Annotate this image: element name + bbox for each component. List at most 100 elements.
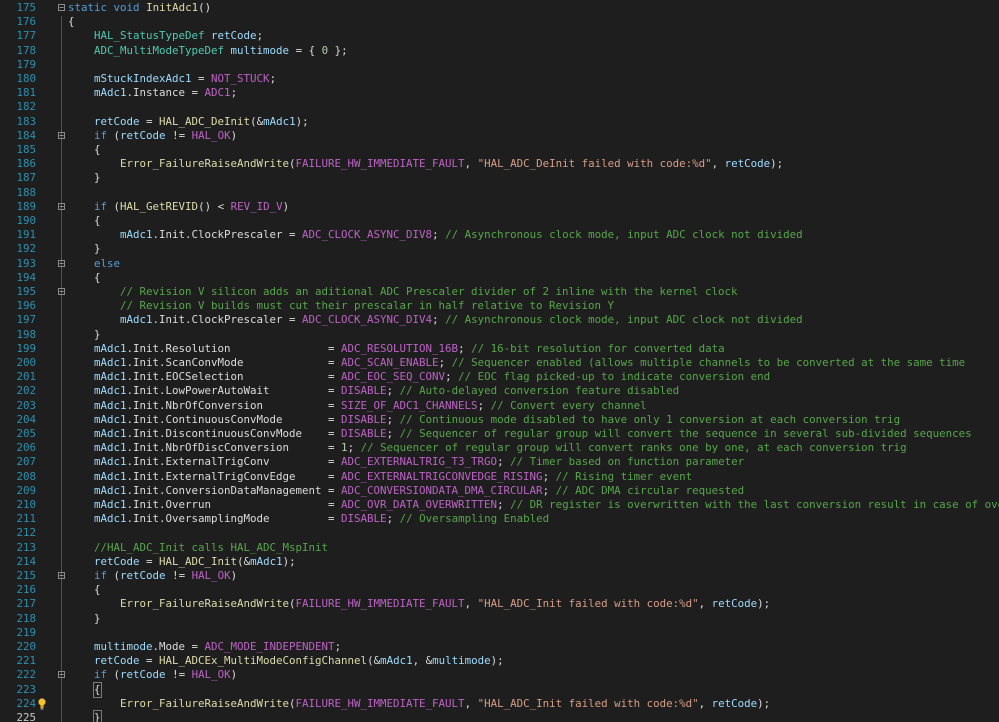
code-line[interactable]: 203 mAdc1.Init.NbrOfConversion = SIZE_OF… bbox=[0, 399, 999, 413]
code-line[interactable]: 195 − // Revision V silicon adds an aditi… bbox=[0, 285, 999, 299]
lightbulb-icon[interactable] bbox=[38, 698, 46, 710]
collapse-box-icon[interactable]: − bbox=[58, 572, 65, 580]
code-line[interactable]: 210 mAdc1.Init.Overrun = ADC_OVR_DATA_OV… bbox=[0, 498, 999, 512]
code-token: ADC_OVR_DATA_OVERWRITTEN bbox=[341, 498, 498, 511]
code-line[interactable]: 191 mAdc1.Init.ClockPrescaler = ADC_CLOC… bbox=[0, 228, 999, 242]
code-token: } bbox=[68, 327, 101, 341]
collapse-box-icon[interactable]: − bbox=[58, 202, 65, 210]
code-line[interactable]: 224 Error_FailureRaiseAndWrite(FAILURE_H… bbox=[0, 697, 999, 711]
code-text: mAdc1.Init.NbrOfConversion = SIZE_OF_ADC… bbox=[68, 399, 647, 413]
line-number: 177 bbox=[16, 29, 36, 43]
code-line[interactable]: 216 { bbox=[0, 583, 999, 597]
code-token: () bbox=[198, 1, 212, 14]
code-line[interactable]: 225 } bbox=[0, 709, 999, 722]
code-line[interactable]: 178 ADC_MultiModeTypeDef multimode = { 0… bbox=[0, 44, 999, 58]
code-line[interactable]: 204 mAdc1.Init.ContinuousConvMode = DISA… bbox=[0, 413, 999, 427]
code-line[interactable]: 205 mAdc1.Init.DiscontinuousConvMode = D… bbox=[0, 427, 999, 441]
code-line[interactable]: 194 { bbox=[0, 271, 999, 285]
code-line[interactable]: 193 − else bbox=[0, 257, 999, 271]
code-line[interactable]: 214 retCode = HAL_ADC_Init(&mAdc1); bbox=[0, 555, 999, 569]
code-token: retCode bbox=[120, 128, 166, 142]
collapse-box-icon[interactable]: − bbox=[58, 259, 65, 267]
code-token: .Init.LowPowerAutoWait = bbox=[126, 384, 342, 398]
code-line[interactable]: 175 − static void InitAdc1() bbox=[0, 1, 999, 15]
code-line[interactable]: 201 mAdc1.Init.EOCSelection = ADC_EOC_SE… bbox=[0, 370, 999, 384]
code-token: .Instance = bbox=[126, 86, 205, 100]
code-line[interactable]: 207 mAdc1.Init.ExternalTrigConv = ADC_EX… bbox=[0, 455, 999, 469]
code-text: } bbox=[68, 709, 102, 722]
code-token: ; bbox=[432, 228, 446, 242]
code-editor[interactable]: 175− static void InitAdc1() 176{177 HAL_St… bbox=[0, 0, 999, 722]
code-token: = bbox=[139, 654, 160, 668]
code-line[interactable]: 192 } bbox=[0, 242, 999, 256]
collapse-box-icon[interactable]: − bbox=[58, 131, 65, 139]
code-line[interactable]: 185 { bbox=[0, 143, 999, 157]
code-line[interactable]: 183 retCode = HAL_ADC_DeInit(&mAdc1); bbox=[0, 115, 999, 129]
code-line[interactable]: 223 { bbox=[0, 681, 999, 698]
code-token: HAL_ADCEx_MultiModeConfigChannel bbox=[159, 654, 368, 668]
collapse-box-icon[interactable]: − bbox=[58, 671, 65, 679]
code-line[interactable]: 184 − if (retCode != HAL_OK) bbox=[0, 129, 999, 143]
code-line[interactable]: 180 mStuckIndexAdc1 = NOT_STUCK; bbox=[0, 72, 999, 86]
code-line[interactable]: 208 mAdc1.Init.ExternalTrigConvEdge = AD… bbox=[0, 470, 999, 484]
code-line[interactable]: 200 mAdc1.Init.ScanConvMode = ADC_SCAN_E… bbox=[0, 356, 999, 370]
code-token: ; bbox=[347, 441, 361, 455]
code-line[interactable]: 188 bbox=[0, 186, 999, 200]
code-token: = bbox=[139, 114, 160, 128]
line-number: 190 bbox=[16, 214, 36, 227]
line-number: 184 bbox=[16, 128, 36, 142]
code-line[interactable]: 186 Error_FailureRaiseAndWrite(FAILURE_H… bbox=[0, 157, 999, 171]
code-line[interactable]: 179 bbox=[0, 58, 999, 72]
code-token: } bbox=[68, 611, 101, 625]
code-token: DISABLE bbox=[341, 427, 387, 440]
code-line[interactable]: 197 mAdc1.Init.ClockPrescaler = ADC_CLOC… bbox=[0, 313, 999, 327]
code-token: InitAdc1 bbox=[146, 1, 199, 14]
code-text: else bbox=[68, 257, 120, 271]
code-text: } bbox=[68, 242, 101, 256]
code-token: ( bbox=[107, 569, 121, 582]
line-number: 187 bbox=[16, 171, 36, 185]
code-text: { bbox=[68, 271, 101, 285]
code-token: { bbox=[68, 270, 101, 284]
code-token: multimode bbox=[230, 43, 290, 57]
code-line[interactable]: 218 } bbox=[0, 612, 999, 626]
code-line[interactable]: 221 retCode = HAL_ADCEx_MultiModeConfigC… bbox=[0, 654, 999, 668]
code-line[interactable]: 189 − if (HAL_GetREVID() < REV_ID_V) bbox=[0, 200, 999, 214]
code-line[interactable]: 177 HAL_StatusTypeDef retCode; bbox=[0, 29, 999, 43]
code-text: mAdc1.Init.LowPowerAutoWait = DISABLE; /… bbox=[68, 384, 679, 398]
code-line[interactable]: 181 mAdc1.Instance = ADC1; bbox=[0, 86, 999, 100]
code-token: .Init.ClockPrescaler = bbox=[152, 313, 303, 327]
code-token: ; bbox=[542, 469, 556, 483]
code-line[interactable]: 215 − if (retCode != HAL_OK) bbox=[0, 569, 999, 583]
code-line[interactable]: 202 mAdc1.Init.LowPowerAutoWait = DISABL… bbox=[0, 384, 999, 398]
code-token: FAILURE_HW_IMMEDIATE_FAULT bbox=[295, 597, 465, 611]
code-line[interactable]: 199 mAdc1.Init.Resolution = ADC_RESOLUTI… bbox=[0, 342, 999, 356]
collapse-box-icon[interactable]: − bbox=[58, 288, 65, 296]
code-token: ; bbox=[386, 427, 400, 440]
collapse-box-icon[interactable]: − bbox=[58, 4, 65, 12]
code-line[interactable]: 220 multimode.Mode = ADC_MODE_INDEPENDEN… bbox=[0, 640, 999, 654]
line-number: 211 bbox=[16, 512, 36, 526]
code-token: // Continuous mode disabled to have only… bbox=[399, 412, 901, 426]
code-line[interactable]: 222 − if (retCode != HAL_OK) bbox=[0, 668, 999, 682]
code-line[interactable]: 217 Error_FailureRaiseAndWrite(FAILURE_H… bbox=[0, 597, 999, 611]
code-line[interactable]: 213 //HAL_ADC_Init calls HAL_ADC_MspInit bbox=[0, 541, 999, 555]
code-line[interactable]: 198 } bbox=[0, 328, 999, 342]
code-line[interactable]: 206 mAdc1.Init.NbrOfDiscConversion = 1; … bbox=[0, 441, 999, 455]
code-line[interactable]: 182 bbox=[0, 100, 999, 114]
code-line[interactable]: 219 bbox=[0, 626, 999, 640]
code-line[interactable]: 209 mAdc1.Init.ConversionDataManagement … bbox=[0, 484, 999, 498]
code-line[interactable]: 187 } bbox=[0, 171, 999, 185]
code-token: ADC_SCAN_ENABLE bbox=[341, 356, 439, 369]
code-line[interactable]: 211 mAdc1.Init.OversamplingMode = DISABL… bbox=[0, 512, 999, 526]
code-line[interactable]: 176 { bbox=[0, 15, 999, 29]
code-line[interactable]: 196 // Revision V builds must cut their … bbox=[0, 299, 999, 313]
code-line[interactable]: 190 { bbox=[0, 214, 999, 228]
code-line[interactable]: 212 bbox=[0, 526, 999, 540]
